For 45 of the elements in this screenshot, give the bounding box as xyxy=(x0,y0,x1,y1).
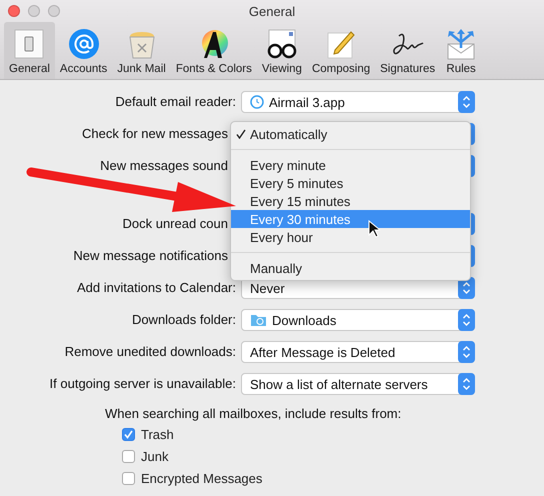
menu-item[interactable]: Every 15 minutes xyxy=(231,192,470,210)
zoom-button[interactable] xyxy=(48,5,60,17)
setting-label: Dock unread coun xyxy=(121,215,229,233)
menu-item[interactable]: Manually xyxy=(231,259,470,277)
checkmark-icon xyxy=(236,129,246,139)
setting-label: Default email reader: xyxy=(114,93,236,111)
toolbar-tab[interactable]: Rules xyxy=(440,22,482,79)
checkbox-label: Trash xyxy=(141,426,174,442)
toolbar-tab[interactable]: Composing xyxy=(306,22,376,79)
envelope-arrows-icon xyxy=(445,28,478,60)
checkbox[interactable] xyxy=(122,450,135,462)
setting-label: New message notifications xyxy=(72,247,229,265)
mouse-pointer-icon xyxy=(368,220,380,238)
window-title: General xyxy=(248,4,296,18)
checkbox[interactable] xyxy=(122,428,135,440)
setting-label: If outgoing server is unavailable: xyxy=(48,375,236,393)
setting-label: Add invitations to Calendar: xyxy=(76,279,236,297)
setting-label: Downloads folder: xyxy=(130,311,236,329)
at-sign-icon xyxy=(68,28,100,60)
search-heading: When searching all mailboxes, include results from: xyxy=(104,405,402,423)
toolbar-tab[interactable]: Viewing xyxy=(256,22,307,79)
checkbox-label: Encrypted Messages xyxy=(141,470,262,486)
toolbar-tab[interactable]: General xyxy=(4,22,55,79)
menu-item[interactable]: Every 5 minutes xyxy=(231,174,470,192)
close-button[interactable] xyxy=(8,5,20,17)
popup-menu[interactable]: Show a list of alternate servers xyxy=(241,373,475,395)
setting-label: Remove unedited downloads: xyxy=(64,343,236,361)
minimize-button[interactable] xyxy=(28,5,40,17)
menu-item[interactable]: Every hour xyxy=(231,228,470,246)
checkbox-label: Junk xyxy=(141,448,168,464)
switch-icon xyxy=(13,28,46,60)
toolbar-tab[interactable]: Signatures xyxy=(375,22,440,79)
popup-menu[interactable]: After Message is Deleted xyxy=(241,341,475,363)
toolbar-tab[interactable]: Fonts & Colors xyxy=(170,22,257,79)
toolbar-tab[interactable]: Accounts xyxy=(54,22,112,79)
folder-icon xyxy=(250,313,267,327)
toolbar-tab[interactable]: Junk Mail xyxy=(112,22,171,79)
checkbox[interactable] xyxy=(122,472,135,484)
setting-label: New messages sound xyxy=(99,157,229,175)
popup-menu[interactable]: Downloads xyxy=(241,309,475,331)
menu-item[interactable]: Automatically xyxy=(231,125,470,143)
setting-label: Check for new messages xyxy=(81,125,229,143)
menu-item[interactable]: Every minute xyxy=(231,156,470,174)
popup-menu[interactable]: Airmail 3.app xyxy=(241,91,475,113)
clock-icon xyxy=(250,95,264,109)
